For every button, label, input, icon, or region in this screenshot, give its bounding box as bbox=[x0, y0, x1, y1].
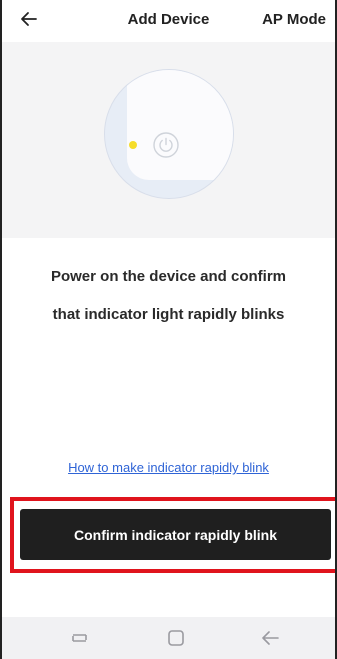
system-nav-bar bbox=[2, 617, 335, 659]
power-icon bbox=[153, 132, 179, 158]
device-image bbox=[104, 69, 234, 199]
back-button[interactable] bbox=[16, 8, 42, 34]
ap-mode-button[interactable]: AP Mode bbox=[262, 11, 326, 28]
indicator-light bbox=[129, 141, 137, 149]
recent-apps-icon[interactable] bbox=[68, 626, 92, 650]
back-arrow-icon bbox=[20, 10, 38, 33]
confirm-button[interactable]: Confirm indicator rapidly blink bbox=[20, 509, 331, 560]
device-panel bbox=[127, 70, 233, 180]
help-link[interactable]: How to make indicator rapidly blink bbox=[2, 460, 335, 475]
device-illustration bbox=[2, 42, 335, 238]
top-bar: Add Device AP Mode bbox=[2, 0, 335, 42]
instruction-line-1: Power on the device and confirm bbox=[50, 268, 287, 285]
instruction-line-2: that indicator light rapidly blinks bbox=[52, 306, 285, 323]
add-device-screen: Add Device AP Mode Power on the device a… bbox=[0, 0, 337, 659]
instruction-text: Power on the device and confirm that ind… bbox=[2, 258, 335, 334]
home-icon[interactable] bbox=[164, 626, 188, 650]
nav-back-icon[interactable] bbox=[258, 626, 282, 650]
